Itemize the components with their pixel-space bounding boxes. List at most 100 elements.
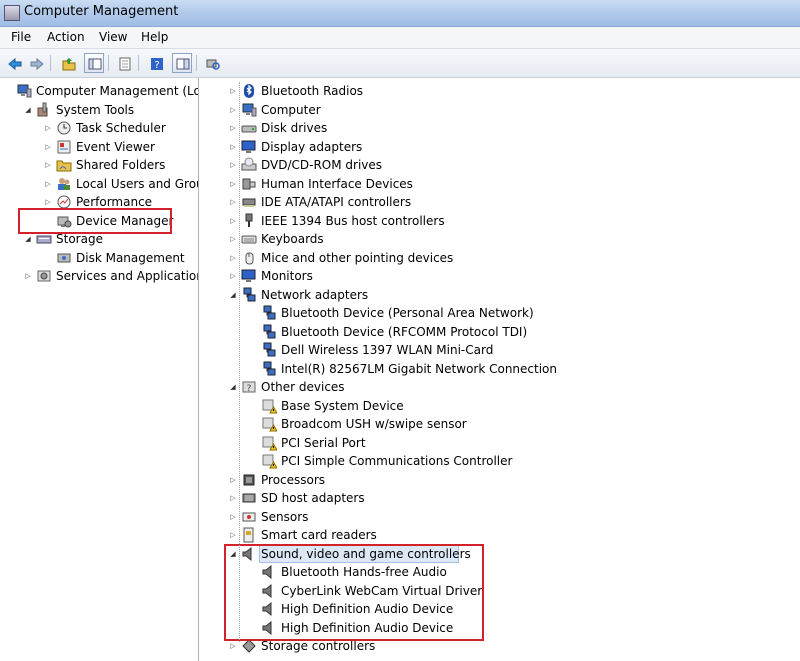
annotation-box-sound-controllers — [224, 544, 484, 641]
tree-item-keyboards[interactable]: ▷ Keyboards — [229, 230, 798, 248]
processor-icon — [241, 472, 257, 488]
collapse-arrow-icon[interactable]: ◢ — [24, 235, 32, 243]
tree-item-processors[interactable]: ▷ Processors — [229, 471, 798, 489]
tree-item-services-and-applications[interactable]: ▷ Services and Applications — [24, 267, 198, 285]
system-tools-icon — [36, 102, 52, 118]
show-hide-tree-button[interactable] — [84, 53, 104, 73]
expand-arrow-icon[interactable]: ▷ — [229, 494, 237, 502]
collapse-arrow-icon[interactable]: ◢ — [229, 291, 237, 299]
computer-management-icon — [16, 83, 32, 99]
tree-item-label: Computer — [261, 102, 321, 117]
scan-hardware-button[interactable] — [202, 53, 222, 73]
expand-arrow-icon[interactable]: ▷ — [229, 642, 237, 650]
expand-arrow-icon[interactable]: ▷ — [24, 272, 32, 280]
expand-arrow-icon[interactable]: ▷ — [229, 476, 237, 484]
up-folder-button[interactable] — [58, 53, 78, 73]
tree-item-bluetooth-device-personal-area-network[interactable]: Bluetooth Device (Personal Area Network) — [249, 304, 798, 322]
tree-item-local-users-and-groups[interactable]: ▷ Local Users and Groups — [44, 175, 198, 193]
tree-item-label: Mice and other pointing devices — [261, 250, 454, 265]
tree-item-event-viewer[interactable]: ▷ Event Viewer — [44, 138, 196, 156]
back-arrow-button[interactable] — [4, 53, 24, 73]
tree-item-mice-and-other-pointing-devices[interactable]: ▷ Mice and other pointing devices — [229, 249, 798, 267]
tree-item-base-system-device[interactable]: Base System Device — [249, 397, 798, 415]
other-devices-icon: ? — [241, 379, 257, 395]
tree-item-human-interface-devices[interactable]: ▷ Human Interface Devices — [229, 175, 798, 193]
expand-arrow-icon[interactable]: ▷ — [229, 87, 237, 95]
tree-item-disk-drives[interactable]: ▷ Disk drives — [229, 119, 798, 137]
tree-item-intel-r-82567lm-gigabit-network-connection[interactable]: Intel(R) 82567LM Gigabit Network Connect… — [249, 360, 798, 378]
menu-action[interactable]: Action — [44, 29, 88, 45]
show-hide-tree-icon — [88, 57, 102, 70]
toolbar-separator — [50, 55, 51, 71]
expand-arrow-icon[interactable]: ▷ — [229, 198, 237, 206]
tree-item-broadcom-ush-w-swipe-sensor[interactable]: Broadcom USH w/swipe sensor — [249, 415, 798, 433]
tree-item-other-devices[interactable]: ◢? Other devices — [229, 378, 798, 396]
expand-arrow-icon[interactable]: ▷ — [44, 161, 52, 169]
tree-item-pci-serial-port[interactable]: PCI Serial Port — [249, 434, 798, 452]
tree-item-ide-ata-atapi-controllers[interactable]: ▷ IDE ATA/ATAPI controllers — [229, 193, 798, 211]
console-tree-button[interactable] — [172, 53, 192, 73]
expand-arrow-icon[interactable]: ▷ — [44, 124, 52, 132]
tree-item-task-scheduler[interactable]: ▷ Task Scheduler — [44, 119, 196, 137]
menu-file[interactable]: File — [8, 29, 34, 45]
window-title: Computer Management — [24, 4, 179, 19]
expand-arrow-icon[interactable]: ▷ — [229, 513, 237, 521]
tree-item-monitors[interactable]: ▷ Monitors — [229, 267, 798, 285]
expand-arrow-icon[interactable]: ▷ — [229, 180, 237, 188]
device-tree[interactable]: ▷ Bluetooth Radios ▷ Computer ▷ Disk drives ▷ D… — [199, 78, 800, 661]
tree-item-display-adapters[interactable]: ▷ Display adapters — [229, 138, 798, 156]
title-bar: Computer Management — [0, 0, 800, 27]
toolbar: ? — [0, 49, 800, 78]
help-button[interactable]: ? — [146, 53, 166, 73]
tree-item-smart-card-readers[interactable]: ▷ Smart card readers — [229, 526, 798, 544]
tree-item-computer-management-local[interactable]: Computer Management (Local — [4, 82, 198, 100]
expand-arrow-icon[interactable]: ▷ — [229, 143, 237, 151]
expand-arrow-icon[interactable]: ▷ — [44, 143, 52, 151]
tree-item-computer[interactable]: ▷ Computer — [229, 101, 798, 119]
tree-item-system-tools[interactable]: ◢ System Tools — [24, 101, 196, 119]
expand-arrow-icon[interactable]: ▷ — [229, 106, 237, 114]
tree-item-label: Smart card readers — [261, 528, 377, 542]
tree-item-network-adapters[interactable]: ◢ Network adapters — [229, 286, 798, 304]
expand-arrow-icon[interactable]: ▷ — [229, 217, 237, 225]
expand-arrow-icon[interactable]: ▷ — [229, 235, 237, 243]
expand-arrow-icon[interactable]: ▷ — [229, 272, 237, 280]
tree-item-bluetooth-radios[interactable]: ▷ Bluetooth Radios — [229, 82, 798, 100]
properties-button[interactable] — [114, 53, 134, 73]
up-folder-icon — [62, 57, 76, 71]
tree-item-disk-management[interactable]: Disk Management — [44, 249, 196, 267]
tree-item-bluetooth-device-rfcomm-protocol-tdi[interactable]: Bluetooth Device (RFCOMM Protocol TDI) — [249, 323, 798, 341]
forward-arrow-button[interactable] — [26, 53, 46, 73]
tree-item-pci-simple-communications-controller[interactable]: PCI Simple Communications Controller — [249, 452, 798, 470]
smart-card-icon — [241, 527, 257, 543]
expand-arrow-icon[interactable]: ▷ — [229, 161, 237, 169]
expand-arrow-icon[interactable]: ▷ — [44, 180, 52, 188]
expand-arrow-icon[interactable]: ▷ — [44, 198, 52, 206]
disk-drive-icon — [241, 120, 257, 136]
tree-item-sensors[interactable]: ▷ Sensors — [229, 508, 798, 526]
tree-item-dvd-cd-rom-drives[interactable]: ▷ DVD/CD-ROM drives — [229, 156, 798, 174]
unknown-device-warning-icon — [261, 453, 278, 469]
tree-item-dell-wireless-1397-wlan-mini-card[interactable]: Dell Wireless 1397 WLAN Mini-Card — [249, 341, 798, 359]
sensor-icon — [241, 509, 257, 525]
collapse-arrow-icon[interactable]: ◢ — [24, 106, 32, 114]
collapse-arrow-icon[interactable]: ◢ — [229, 383, 237, 391]
tree-item-label: Bluetooth Device (Personal Area Network) — [281, 306, 534, 320]
expand-arrow-icon[interactable]: ▷ — [229, 531, 237, 539]
menu-view[interactable]: View — [96, 29, 130, 45]
tree-item-label: IDE ATA/ATAPI controllers — [261, 195, 412, 209]
menu-help[interactable]: Help — [138, 29, 171, 45]
console-tree[interactable]: Computer Management (Local ◢ System Tools ▷… — [0, 78, 199, 661]
tree-item-sd-host-adapters[interactable]: ▷ SD host adapters — [229, 489, 798, 507]
expand-arrow-icon[interactable]: ▷ — [229, 124, 237, 132]
network-device-icon — [261, 305, 277, 321]
tree-item-shared-folders[interactable]: ▷ Shared Folders — [44, 156, 196, 174]
tree-item-ieee-1394-bus-host-controllers[interactable]: ▷ IEEE 1394 Bus host controllers — [229, 212, 798, 230]
tree-item-label: Task Scheduler — [76, 121, 166, 135]
expand-arrow-icon[interactable]: ▷ — [229, 254, 237, 262]
event-viewer-icon — [56, 139, 72, 155]
